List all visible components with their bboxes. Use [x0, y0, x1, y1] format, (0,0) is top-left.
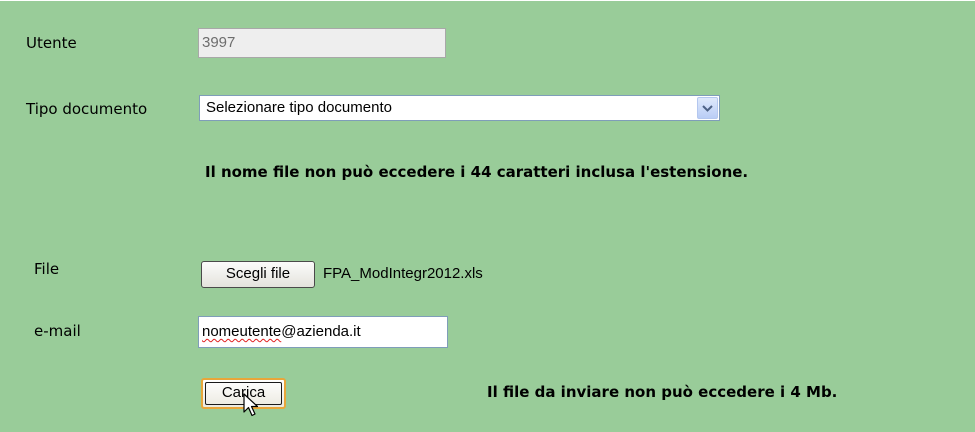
tipo-documento-select[interactable]: Selezionare tipo documento: [199, 95, 720, 121]
file-label: File: [34, 260, 60, 278]
selected-file-name: FPA_ModIntegr2012.xls: [323, 265, 483, 282]
email-user-part: nomeutente: [202, 323, 282, 340]
email-field[interactable]: nomeutente@azienda.it: [198, 316, 448, 348]
filesize-limit-note: Il file da inviare non può eccedere i 4 …: [487, 383, 838, 401]
email-domain-part: @azienda.it: [281, 323, 361, 340]
tipo-documento-selected-value: Selezionare tipo documento: [206, 99, 392, 116]
upload-form-panel: Utente 3997 Tipo documento Selezionare t…: [0, 0, 975, 432]
email-label: e-mail: [34, 322, 81, 340]
utente-field: 3997: [198, 28, 446, 58]
chevron-down-icon[interactable]: [697, 97, 718, 119]
arrow-cursor-icon: [243, 393, 259, 423]
tipo-documento-label: Tipo documento: [26, 100, 148, 118]
filename-length-note: Il nome file non può eccedere i 44 carat…: [205, 163, 749, 181]
utente-label: Utente: [26, 34, 77, 52]
choose-file-button[interactable]: Scegli file: [201, 261, 315, 288]
